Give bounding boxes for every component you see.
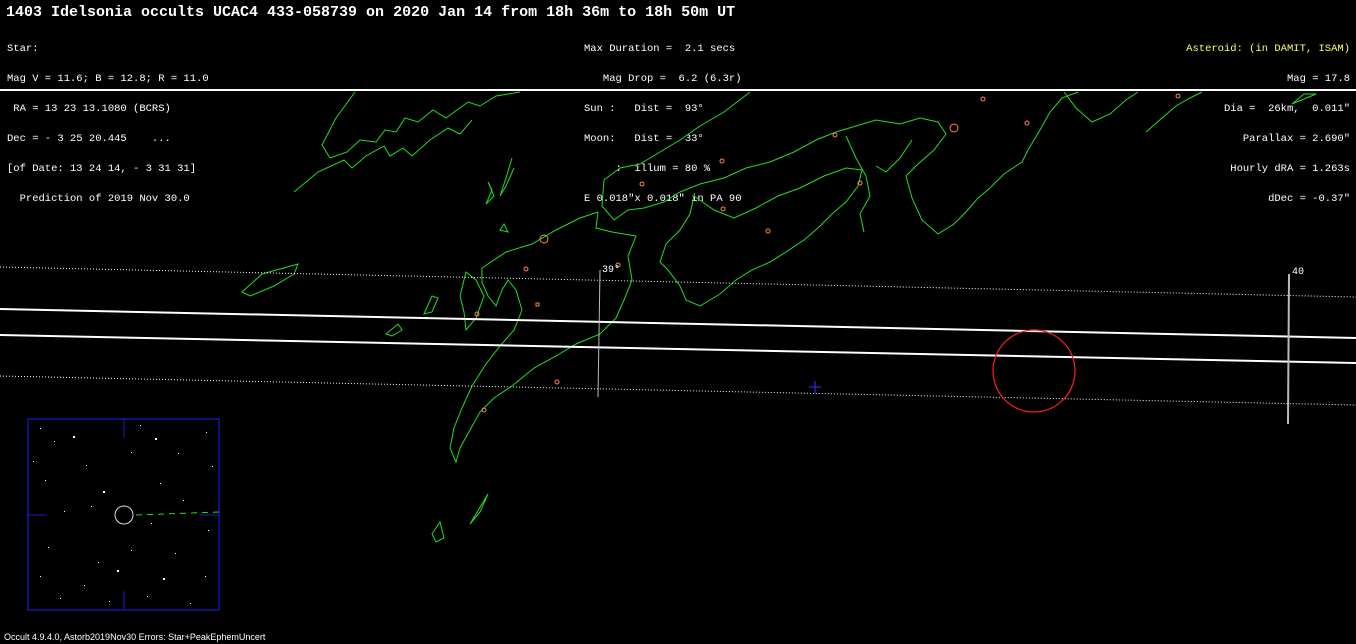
city-marker (832, 132, 838, 138)
coastline (241, 263, 299, 297)
longitude-label-39: 39° (602, 264, 620, 276)
map-canvas: 39° 40 (0, 89, 1356, 611)
coastline (293, 119, 473, 193)
coastline (499, 223, 509, 233)
city-marker (980, 96, 986, 102)
path-limit-north (0, 308, 1356, 339)
path-uncertainty-south (0, 375, 1356, 406)
city-marker (523, 266, 529, 272)
coastline (469, 493, 489, 525)
coastline (423, 295, 439, 315)
inset-frame (27, 418, 220, 611)
asteroid-shadow-circle (992, 329, 1076, 413)
city-marker (1175, 93, 1181, 99)
longitude-label-40: 40 (1292, 267, 1304, 278)
coastline (1145, 91, 1203, 133)
coastline (485, 181, 495, 205)
city-marker (554, 379, 560, 385)
city-marker (719, 158, 725, 164)
coastline (449, 211, 637, 464)
path-limit-south (0, 334, 1356, 364)
city-marker (720, 206, 726, 212)
coastline (499, 157, 515, 197)
coastline (875, 139, 913, 173)
occultation-map: 1403 Idelsonia occults UCAC4 433-058739 … (0, 0, 1356, 644)
coastline (1063, 91, 1139, 123)
center-cross (809, 381, 821, 393)
coastline (601, 91, 1079, 235)
coastline (384, 323, 403, 337)
star-field-inset (27, 418, 220, 611)
city-marker (639, 181, 645, 187)
coastline (431, 520, 445, 543)
longitude-tick-40 (1287, 273, 1290, 425)
city-marker (1024, 120, 1030, 126)
city-marker (949, 123, 959, 133)
city-marker (765, 228, 771, 234)
path-uncertainty-north (0, 266, 1356, 298)
coastline (1291, 93, 1317, 105)
city-marker (535, 302, 540, 307)
coastline (459, 271, 485, 332)
longitude-tick-39 (597, 269, 601, 398)
coastline (603, 91, 751, 181)
footer-credits: Occult 4.9.4.0, Astorb2019Nov30 Errors: … (4, 632, 266, 642)
